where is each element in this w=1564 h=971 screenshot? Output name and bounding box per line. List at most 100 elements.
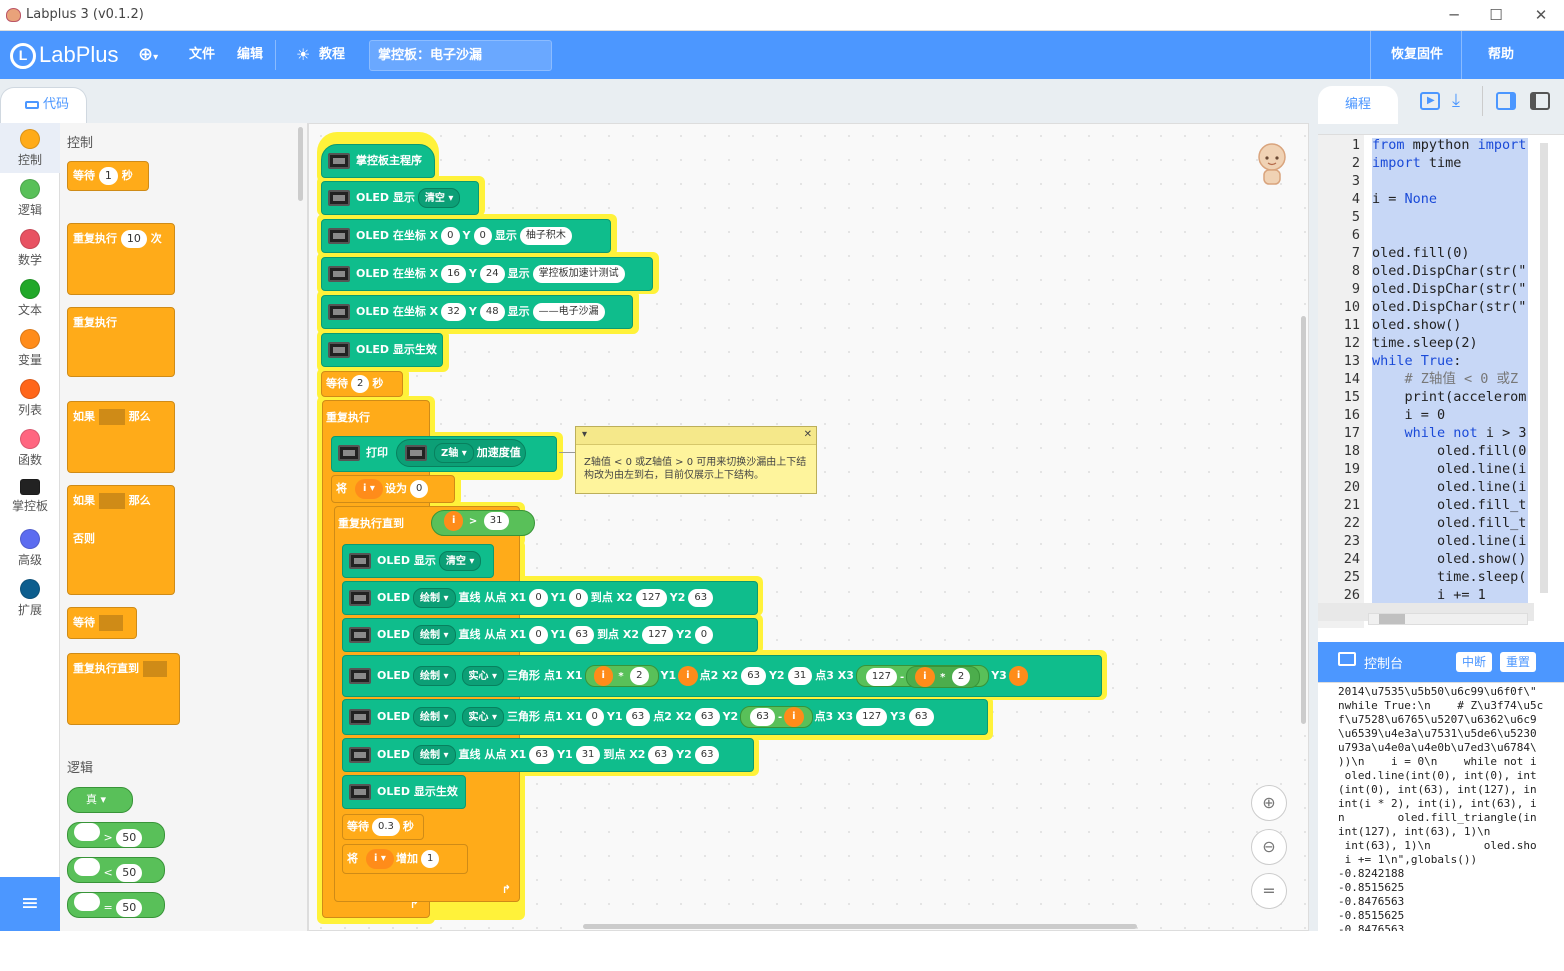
- globe-icon[interactable]: ⊕▾: [138, 31, 158, 79]
- subtract-expression[interactable]: 127- i * 2: [855, 665, 990, 688]
- code-line[interactable]: time.sleep(2): [1372, 334, 1478, 352]
- edit-menu[interactable]: 编辑: [237, 31, 263, 79]
- zoom-reset-button[interactable]: =: [1251, 873, 1287, 909]
- palette-wait-until-block[interactable]: 等待: [67, 607, 137, 639]
- code-line[interactable]: print(accelerom: [1372, 388, 1527, 406]
- console-output[interactable]: 2014\u7535\u5b50\u6c99\u6f0f\" nwhile Tr…: [1338, 685, 1564, 931]
- oled-text-block[interactable]: OLED 在坐标 X 0 Y 0 显示 柚子积木: [321, 219, 611, 253]
- category-lists[interactable]: 列表: [0, 373, 60, 423]
- palette-repeat-until-block[interactable]: 重复执行直到: [67, 653, 180, 725]
- code-line[interactable]: oled.DispChar(str(": [1372, 280, 1526, 298]
- x-value[interactable]: 16: [441, 265, 466, 283]
- tutorial-menu[interactable]: 教程: [319, 31, 345, 79]
- x2-value[interactable]: 63: [741, 667, 766, 685]
- subtract-expression[interactable]: 63- i: [740, 706, 813, 728]
- x2-value[interactable]: 63: [648, 746, 674, 764]
- axis-dropdown[interactable]: Z轴 ▾: [434, 443, 474, 463]
- code-line[interactable]: from mpython import: [1372, 136, 1526, 154]
- clear-dropdown[interactable]: 清空 ▾: [438, 551, 482, 571]
- condition-gt[interactable]: i > 31: [431, 510, 535, 536]
- tab-code[interactable]: 代码: [0, 87, 87, 123]
- palette-eq-block[interactable]: = 50: [67, 892, 165, 918]
- interrupt-button[interactable]: 中断: [1456, 652, 1493, 672]
- code-line[interactable]: import time: [1372, 154, 1461, 172]
- code-line[interactable]: oled.DispChar(str(": [1372, 298, 1526, 316]
- code-line[interactable]: oled.show(): [1372, 550, 1526, 568]
- palette-gt-block[interactable]: > 50: [67, 822, 165, 848]
- wait-value[interactable]: 2: [351, 375, 370, 393]
- oled-text-block[interactable]: OLED 在坐标 X 32 Y 48 显示 ——电子沙漏: [321, 295, 633, 329]
- wait-block[interactable]: 等待 0.3 秒: [342, 814, 424, 840]
- y-value[interactable]: 48: [479, 303, 505, 321]
- oled-text-block[interactable]: OLED 在坐标 X 16 Y 24 显示 掌控板加速计测试: [321, 257, 653, 291]
- code-line[interactable]: # Z轴值 < 0 或Z: [1372, 370, 1519, 388]
- x1-value[interactable]: 0: [529, 626, 548, 644]
- file-menu[interactable]: 文件: [189, 31, 215, 79]
- y2-value[interactable]: 0: [694, 626, 714, 644]
- x3-value[interactable]: 127: [856, 708, 888, 726]
- y1-value[interactable]: 63: [569, 626, 595, 644]
- code-line[interactable]: oled.show(): [1372, 316, 1461, 334]
- code-line[interactable]: oled.fill(0: [1372, 442, 1526, 460]
- comment-text[interactable]: Z轴值 < 0 或Z轴值 > 0 可用来切换沙漏由上下结构改为由左到右，目前仅展…: [576, 445, 816, 482]
- palette-scrollbar[interactable]: [298, 127, 303, 201]
- code-line[interactable]: while not i > 3: [1372, 424, 1527, 442]
- code-line[interactable]: oled.fill_t: [1372, 496, 1526, 514]
- category-board[interactable]: 掌控板: [0, 473, 60, 523]
- close-icon[interactable]: ✕: [804, 429, 812, 440]
- y2-value[interactable]: 31: [787, 667, 813, 685]
- x2-value[interactable]: 63: [694, 708, 720, 726]
- y3-value[interactable]: 63: [908, 708, 934, 726]
- palette-if-else-block[interactable]: 如果 那么 否则: [67, 485, 175, 595]
- y2-value[interactable]: 63: [694, 746, 720, 764]
- oled-triangle-block[interactable]: OLED 绘制 ▾ 实心 ▾ 三角形 点1 X1 i * 2 Y1 i 点2 X2 63 Y2 31…: [342, 655, 1102, 697]
- board-selector[interactable]: 掌控板：电子沙漏: [369, 40, 552, 71]
- oled-triangle-block[interactable]: OLED 绘制 ▾ 实心 ▾ 三角形 点1 X1 0 Y1 63 点2 X2 63 Y2 63- i 点…: [342, 699, 988, 735]
- minimize-button[interactable]: ─: [1441, 5, 1467, 25]
- palette-if-block[interactable]: 如果 那么: [67, 401, 175, 473]
- category-logic[interactable]: 逻辑: [0, 173, 60, 223]
- code-line[interactable]: oled.DispChar(str(": [1372, 262, 1526, 280]
- category-variables[interactable]: 变量: [0, 323, 60, 373]
- add-extension-button[interactable]: ≡: [0, 877, 60, 931]
- oled-apply-block[interactable]: OLED 显示生效: [321, 333, 443, 367]
- help-button[interactable]: 帮助: [1488, 31, 1514, 79]
- oled-line-block[interactable]: OLED 绘制 ▾ 直线 从点 X1 0 Y1 63 到点 X2 127 Y2 0: [342, 618, 758, 652]
- variable-dropdown[interactable]: i ▾: [355, 479, 383, 499]
- set-value[interactable]: 0: [409, 480, 429, 498]
- workspace-hscrollbar[interactable]: [583, 924, 1137, 929]
- category-extensions[interactable]: 扩展: [0, 573, 60, 623]
- var-i[interactable]: i: [678, 666, 698, 686]
- x1-value[interactable]: 0: [529, 589, 548, 607]
- category-functions[interactable]: 函数: [0, 423, 60, 473]
- tab-program[interactable]: 编程: [1318, 86, 1398, 124]
- var-i[interactable]: i: [1008, 666, 1029, 686]
- code-line[interactable]: while True:: [1372, 352, 1461, 370]
- text-value[interactable]: 掌控板加速计测试: [532, 265, 625, 283]
- palette-wait-block[interactable]: 等待 1 秒: [67, 161, 149, 191]
- oled-line-block[interactable]: OLED 绘制 ▾ 直线 从点 X1 0 Y1 0 到点 X2 127 Y2 63: [342, 581, 758, 615]
- y-value[interactable]: 24: [479, 265, 505, 283]
- multiply-expression[interactable]: i * 2: [906, 666, 981, 688]
- clear-dropdown[interactable]: 清空 ▾: [417, 188, 461, 208]
- draw-dropdown[interactable]: 绘制 ▾: [413, 707, 456, 727]
- category-control[interactable]: 控制: [0, 123, 60, 173]
- x2-value[interactable]: 127: [635, 589, 667, 607]
- code-line[interactable]: time.sleep(: [1372, 568, 1526, 586]
- block-value[interactable]: 2: [630, 667, 649, 685]
- x-value[interactable]: 0: [441, 227, 460, 245]
- block-workspace[interactable]: 重复执行 ↱ 重复执行直到 i > 31 ↱ 掌控板主程序 OLED 显示 清空 ▾ O…: [308, 123, 1309, 931]
- variable-dropdown[interactable]: i ▾: [366, 849, 394, 869]
- block-value[interactable]: 2: [951, 668, 971, 686]
- lightbulb-icon[interactable]: ☀: [296, 31, 310, 79]
- editor-vscrollbar[interactable]: [1540, 143, 1548, 593]
- oled-show-block[interactable]: OLED 显示 清空 ▾: [321, 181, 479, 215]
- workspace-vscrollbar[interactable]: [1301, 316, 1306, 724]
- y1-value[interactable]: 0: [569, 589, 588, 607]
- oled-show-block[interactable]: OLED 显示 清空 ▾: [342, 544, 494, 578]
- code-line[interactable]: oled.line(i: [1372, 478, 1526, 496]
- palette-true-block[interactable]: 真 ▾: [67, 787, 133, 813]
- fill-dropdown[interactable]: 实心 ▾: [461, 666, 505, 686]
- category-text[interactable]: 文本: [0, 273, 60, 323]
- fill-dropdown[interactable]: 实心 ▾: [461, 707, 505, 727]
